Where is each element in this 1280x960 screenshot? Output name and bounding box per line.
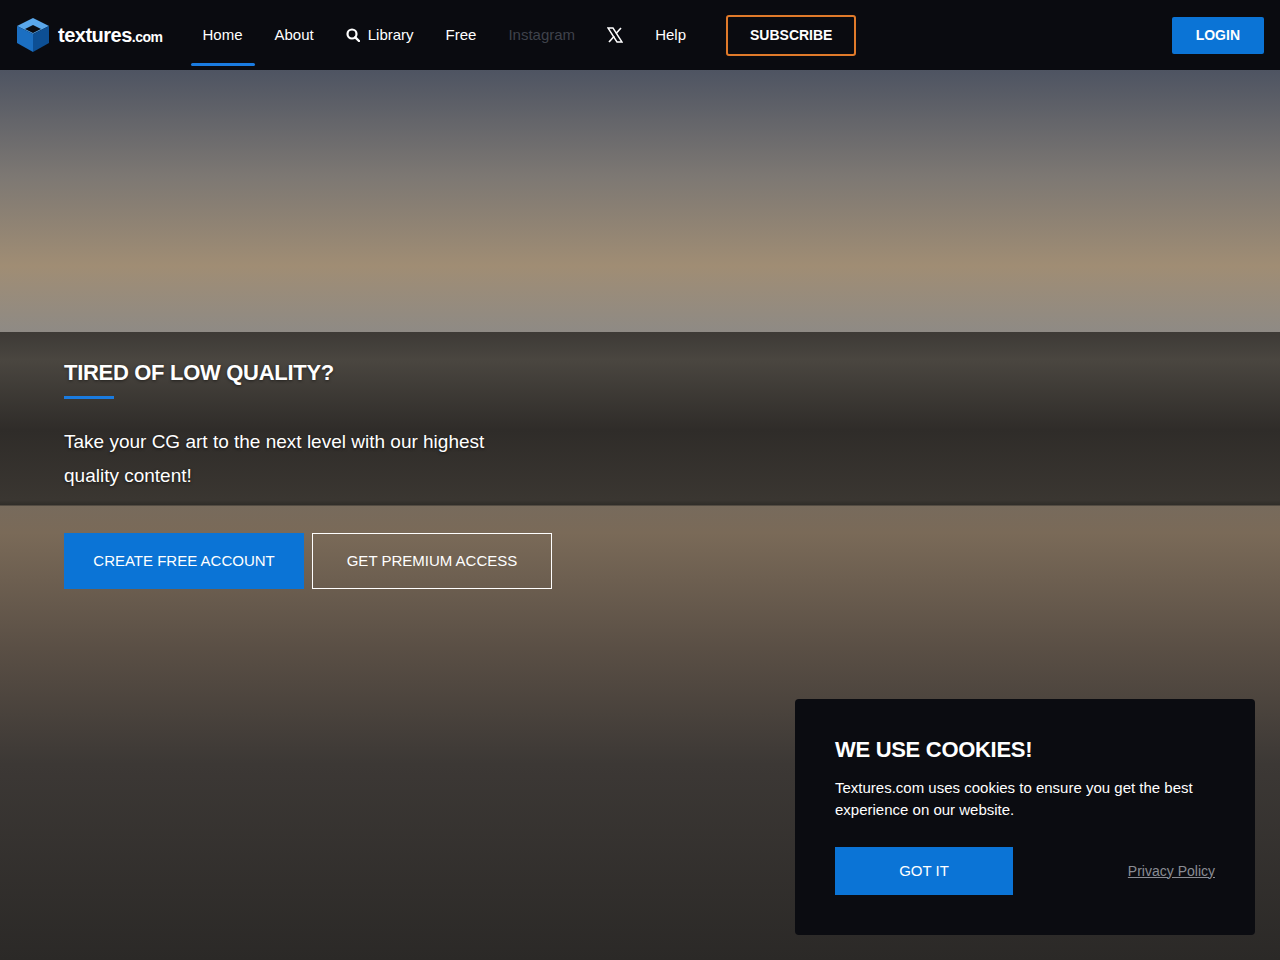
logo-suffix: .com xyxy=(132,29,163,45)
hero-button[interactable]: CREATE FREE ACCOUNT xyxy=(64,533,304,589)
privacy-policy-link[interactable]: Privacy Policy xyxy=(1128,861,1215,882)
nav-label: Free xyxy=(446,24,477,47)
top-navbar: textures.com Home About Library Free Instagra… xyxy=(0,0,1280,70)
cookie-banner: WE USE COOKIES! Textures.com uses cookies… xyxy=(795,699,1255,935)
nav-link[interactable]: About xyxy=(263,0,326,70)
site-logo[interactable]: textures.com xyxy=(16,17,163,53)
nav-link[interactable] xyxy=(595,0,635,70)
nav-link[interactable]: Free xyxy=(434,0,489,70)
search-icon xyxy=(346,28,360,42)
nav-label: Home xyxy=(203,24,243,47)
hero-button[interactable]: GET PREMIUM ACCESS xyxy=(312,533,552,589)
hero-text: Take your CG art to the next level with … xyxy=(64,425,534,493)
cookie-actions: GOT IT Privacy Policy xyxy=(835,847,1215,895)
hero-buttons: CREATE FREE ACCOUNTGET PREMIUM ACCESS xyxy=(64,533,1280,589)
logo-text: textures.com xyxy=(58,20,163,50)
nav-label: Instagram xyxy=(508,24,575,47)
title-underline xyxy=(64,396,114,399)
cookie-text: Textures.com uses cookies to ensure you … xyxy=(835,777,1215,821)
nav-label: About xyxy=(275,24,314,47)
nav-link[interactable]: Home xyxy=(191,0,255,70)
cube-logo-icon xyxy=(16,17,50,53)
hero-title: TIRED OF LOW QUALITY? xyxy=(64,360,1280,386)
nav-link[interactable]: Instagram xyxy=(496,0,587,70)
nav-links: Home About Library Free Instagram Help xyxy=(191,0,698,70)
hero-banner: TIRED OF LOW QUALITY? Take your CG art to… xyxy=(0,70,1280,960)
nav-label: Library xyxy=(368,24,414,47)
got-it-button[interactable]: GOT IT xyxy=(835,847,1013,895)
x-logo-icon xyxy=(607,27,623,43)
nav-link[interactable]: Help xyxy=(643,0,698,70)
logo-name: textures xyxy=(58,24,132,46)
nav-link[interactable]: Library xyxy=(334,0,426,70)
cookie-title: WE USE COOKIES! xyxy=(835,737,1215,763)
nav-label: Help xyxy=(655,24,686,47)
subscribe-button[interactable]: SUBSCRIBE xyxy=(726,15,856,56)
login-button[interactable]: LOGIN xyxy=(1172,17,1264,54)
